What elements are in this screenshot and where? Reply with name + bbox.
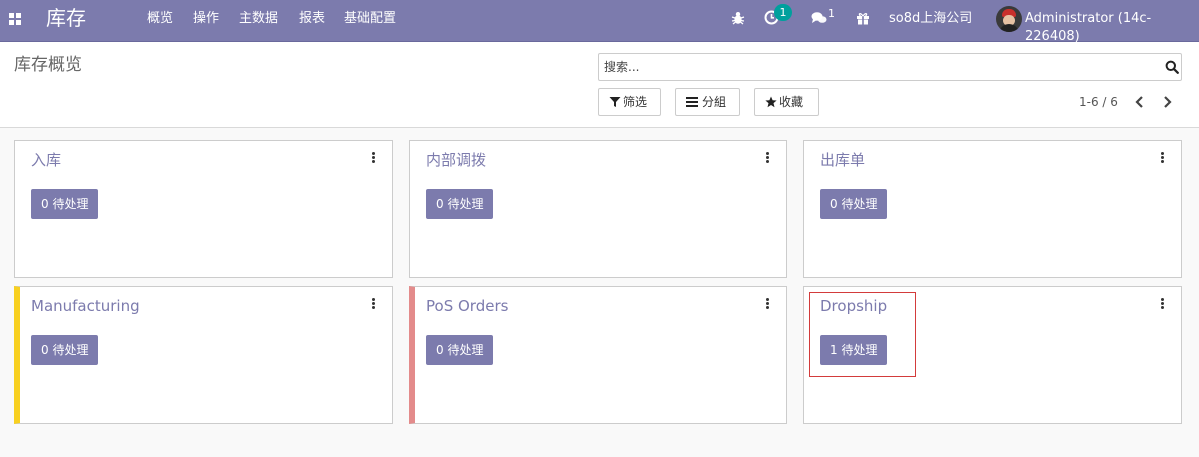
- pending-button[interactable]: 0 待处理: [31, 189, 99, 219]
- search-box: [598, 53, 1182, 81]
- star-icon: [765, 96, 777, 108]
- kanban-card-dropship[interactable]: Dropship 1 待处理: [803, 286, 1182, 424]
- card-title[interactable]: 出库单: [820, 150, 865, 170]
- menu-reports[interactable]: 报表: [299, 11, 325, 27]
- list-icon: [686, 97, 698, 107]
- group-by-label: 分組: [702, 95, 727, 109]
- pending-button[interactable]: 1 待处理: [820, 335, 888, 365]
- menu-overview[interactable]: 概览: [147, 11, 173, 27]
- apps-menu-icon[interactable]: [9, 13, 21, 25]
- card-menu-icon[interactable]: [372, 298, 376, 310]
- card-title[interactable]: Manufacturing: [31, 296, 140, 316]
- control-panel: 库存概览 筛选 分組 收藏 1-6 / 6: [0, 42, 1199, 128]
- chat-icon[interactable]: [811, 11, 827, 25]
- group-by-button[interactable]: 分組: [675, 88, 740, 116]
- kanban-card-internal-transfers[interactable]: 内部调拨 0 待处理: [409, 140, 787, 278]
- gift-icon[interactable]: [856, 11, 870, 25]
- app-brand[interactable]: 库存: [46, 5, 86, 31]
- activity-count-badge: 1: [774, 4, 792, 21]
- filter-label: 筛选: [623, 95, 648, 109]
- chat-count: 1: [828, 7, 835, 20]
- pending-button[interactable]: 0 待处理: [820, 189, 888, 219]
- card-title[interactable]: PoS Orders: [426, 296, 508, 316]
- card-menu-icon[interactable]: [1161, 298, 1165, 310]
- search-icon[interactable]: [1165, 60, 1179, 74]
- page-title: 库存概览: [14, 55, 82, 75]
- company-switcher[interactable]: so8d上海公司: [889, 10, 972, 28]
- user-menu[interactable]: Administrator (14c-226408): [1025, 10, 1199, 46]
- filter-icon: [609, 97, 621, 107]
- favorites-button[interactable]: 收藏: [754, 88, 819, 116]
- favorites-label: 收藏: [779, 95, 804, 109]
- card-menu-icon[interactable]: [372, 152, 376, 164]
- search-input[interactable]: [604, 58, 1144, 76]
- filter-button[interactable]: 筛选: [598, 88, 661, 116]
- card-menu-icon[interactable]: [1161, 152, 1165, 164]
- card-title[interactable]: Dropship: [820, 296, 887, 316]
- kanban-card-delivery-orders[interactable]: 出库单 0 待处理: [803, 140, 1182, 278]
- menu-operations[interactable]: 操作: [193, 11, 219, 27]
- bug-icon[interactable]: [731, 11, 745, 25]
- kanban-card-pos-orders[interactable]: PoS Orders 0 待处理: [409, 286, 787, 424]
- top-navbar: 库存 概览 操作 主数据 报表 基础配置 1 1 so8d上海公司 Admini…: [0, 0, 1199, 44]
- pending-button[interactable]: 0 待处理: [426, 189, 494, 219]
- kanban-card-receipts[interactable]: 入库 0 待处理: [14, 140, 393, 278]
- kanban-card-manufacturing[interactable]: Manufacturing 0 待处理: [14, 286, 393, 424]
- card-title[interactable]: 内部调拨: [426, 150, 486, 170]
- pager-next-icon[interactable]: [1160, 94, 1174, 110]
- card-menu-icon[interactable]: [766, 298, 770, 310]
- user-avatar[interactable]: [996, 6, 1022, 32]
- menu-master-data[interactable]: 主数据: [239, 11, 278, 27]
- pending-button[interactable]: 0 待处理: [426, 335, 494, 365]
- pager-previous-icon[interactable]: [1133, 94, 1147, 110]
- pending-button[interactable]: 0 待处理: [31, 335, 99, 365]
- card-menu-icon[interactable]: [766, 152, 770, 164]
- card-title[interactable]: 入库: [31, 150, 61, 170]
- menu-configuration[interactable]: 基础配置: [344, 11, 396, 27]
- pager-value[interactable]: 1-6 / 6: [1079, 94, 1118, 110]
